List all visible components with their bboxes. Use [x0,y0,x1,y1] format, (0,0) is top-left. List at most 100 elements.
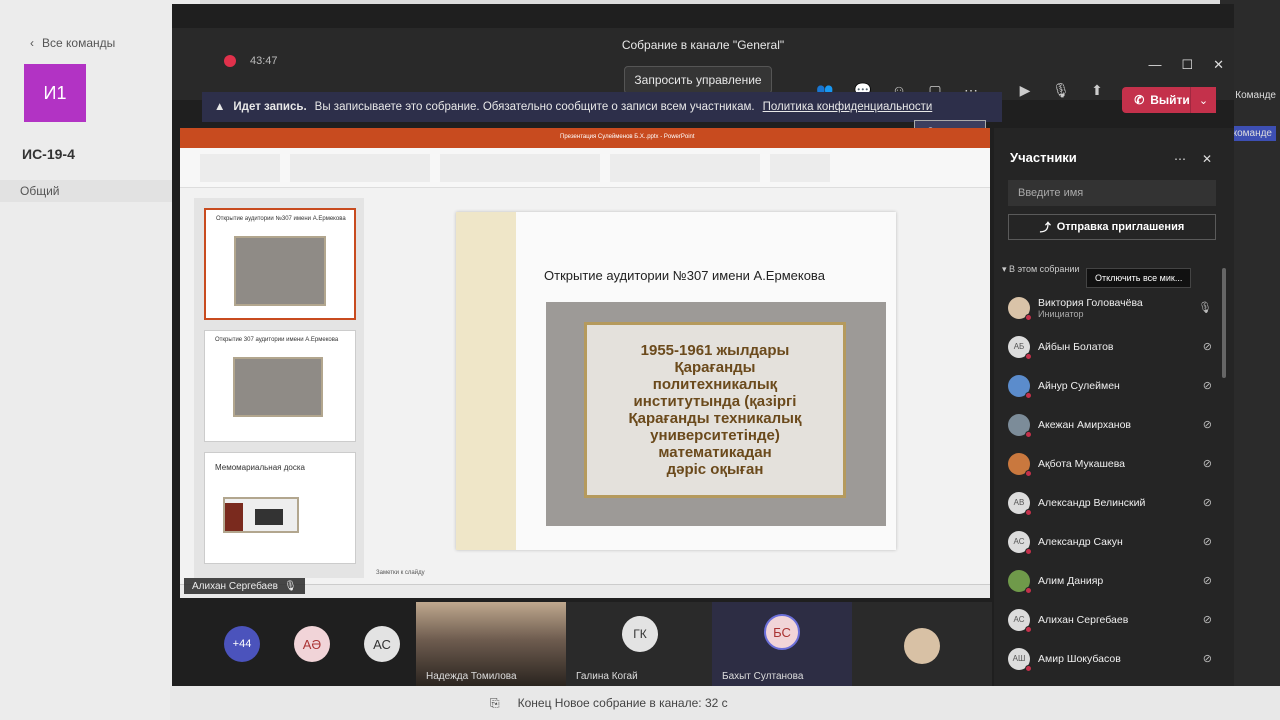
video-tile-nadezhda[interactable]: Надежда Томилова [416,602,566,686]
avatar: БС [764,614,800,650]
mic-muted-icon[interactable]: ⊘ [1203,340,1212,353]
participant-name: Алим Данияр [1038,574,1104,587]
thumbnail-slide-1[interactable]: Открытие аудитории №307 имени А.Ермекова [204,208,356,320]
team-avatar: И1 [24,64,86,122]
participant-row[interactable]: АС Александр Сакун ⊘ [1008,522,1220,561]
more-participants-button[interactable]: +44 [224,626,260,662]
video-tile-participant[interactable] [852,602,992,686]
participant-row[interactable]: Алим Данияр ⊘ [1008,561,1220,600]
meeting-icon: ⎘ [490,695,500,710]
thumbnail-slide-2[interactable]: Открытие 307 аудитории имени А.Ермекова [204,330,356,442]
send-invite-button[interactable]: ⤴ Отправка приглашения [1008,214,1216,240]
avatar: АШ [1008,647,1032,672]
mic-muted-icon[interactable]: ⊘ [1203,535,1212,548]
thumbnail-plaque-image [234,236,326,306]
presence-status-icon [1025,586,1032,594]
mic-muted-icon[interactable]: ⊘ [1203,379,1212,392]
participant-name: Амир Шокубасов [1038,652,1121,665]
presence-status-icon [1025,508,1032,516]
request-control-button[interactable]: Запросить управление [624,66,772,94]
phone-icon: ✆ [1134,93,1145,107]
presence-status-icon [1025,469,1032,477]
mic-muted-icon[interactable]: ⊘ [1203,652,1212,665]
share-screen-icon[interactable]: ⬆ [1086,82,1108,100]
mute-all-tooltip[interactable]: Отключить все мик... [1086,268,1192,288]
meeting-ended-bar: ⎘ Конец Новое собрание в канале: 32 с [170,686,1280,720]
share-icon: ⤴ [1039,222,1051,234]
participant-row[interactable]: АШ Амир Шокубасов ⊘ [1008,639,1220,678]
mic-muted-icon[interactable]: ⊘ [1203,574,1212,587]
presence-status-icon [1025,625,1032,633]
panel-scrollbar[interactable] [1222,268,1226,378]
teams-sidebar: ‹ Все команды И1 ИС-19-4 Общий [0,0,200,720]
section-in-meeting[interactable]: ▾ В этом собрании [1002,264,1079,275]
participant-row[interactable]: АБ Айбын Болатов ⊘ [1008,327,1220,366]
participant-row[interactable]: АС Алихан Сергебаев ⊘ [1008,600,1220,639]
microphone-icon[interactable]: 🎙 [1050,82,1072,100]
video-tile-galina[interactable]: ГК Галина Когай [566,602,712,686]
plaque-text: 1955-1961 жылдары Қарағанды политехникал… [584,322,846,498]
back-to-teams-link[interactable]: ‹ Все команды [30,36,115,50]
presence-status-icon [1025,352,1032,360]
avatar: АС [1008,608,1032,633]
mic-muted-icon: 🎙 [284,580,297,592]
slide-title: Открытие аудитории №307 имени А.Ермекова [544,268,825,283]
ppt-document-title: Презентация Сулейменов Б.Х..pptx - Power… [560,134,695,140]
panel-title: Участники [1010,150,1077,165]
slide-notes[interactable]: Заметки к слайду [370,570,970,582]
close-icon[interactable]: ✕ [1213,57,1224,73]
presence-status-icon [1025,313,1032,321]
chevron-left-icon: ‹ [30,36,34,50]
thumbnail-slide-3[interactable]: Мемомариальная доска [204,452,356,564]
chevron-down-icon: ⌄ [1198,94,1209,107]
avatar: АВ [1008,491,1032,516]
participant-name: Алихан Сергебаев [1038,613,1129,626]
participant-name: Айнур Сулеймен [1038,379,1120,392]
camera-off-icon[interactable]: ▶ [1014,82,1036,100]
more-options-icon[interactable]: ⋯ [1174,152,1186,166]
avatar: АС [1008,530,1032,555]
avatar [1008,413,1032,438]
presence-status-icon [1025,430,1032,438]
slide-editor: Открытие аудитории №307 имени А.Ермекова… [370,190,970,570]
team-name: ИС-19-4 [22,146,75,162]
participant-row[interactable]: АВ Александр Велинский ⊘ [1008,483,1220,522]
mic-muted-icon[interactable]: ⊘ [1203,457,1212,470]
participant-row[interactable]: Акежан Амирханов ⊘ [1008,405,1220,444]
recording-message: Вы записываете это собрание. Обязательно… [314,101,755,113]
meeting-ended-text: Конец Новое собрание в канале: 32 с [517,696,728,710]
window-title: Собрание в канале "General" [621,38,785,52]
warning-icon: ▲ [214,101,226,113]
video-tile-bakhyt[interactable]: БС Бахыт Султанова [712,602,852,686]
leave-dropdown[interactable]: ⌄ [1190,87,1216,113]
mic-muted-icon[interactable]: ⊘ [1203,418,1212,431]
participant-row[interactable]: Ақбота Мукашева ⊘ [1008,444,1220,483]
participant-list: Виктория Головачёва Инициатор 🎙 АБ Айбын Бол… [1008,288,1220,678]
thumbnail-plaque-image [233,357,323,417]
participant-name: Айбын Болатов [1038,340,1114,353]
mic-muted-icon[interactable]: ⊘ [1203,496,1212,509]
mic-muted-icon[interactable]: ⊘ [1203,613,1212,626]
avatar: АӘ [294,626,330,662]
channel-general[interactable]: Общий [0,180,200,202]
microphone-icon[interactable]: 🎙 [1198,301,1212,314]
participant-name: Александр Велинский [1038,496,1146,509]
privacy-link[interactable]: Политика конфиденциальности [763,101,933,113]
thumbnail-image [223,497,299,533]
minimize-icon[interactable]: — [1148,57,1161,73]
participant-row[interactable]: Виктория Головачёва Инициатор 🎙 [1008,288,1220,327]
participant-row[interactable]: Айнур Сулеймен ⊘ [1008,366,1220,405]
close-panel-icon[interactable]: ✕ [1202,152,1212,166]
memorial-plaque-photo: 1955-1961 жылдары Қарағанды политехникал… [546,302,886,526]
ppt-ribbon [180,148,990,188]
maximize-icon[interactable]: ☐ [1181,57,1193,73]
participant-search-input[interactable]: Введите имя [1008,180,1216,206]
meeting-window: Собрание в канале "General" 43:47 — ☐ ✕ … [172,4,1234,686]
avatar [904,628,940,664]
recording-label: Идет запись. [233,101,307,113]
panel-actions: ⋯ ✕ [1174,152,1212,166]
presence-status-icon [1025,391,1032,399]
avatar [1008,452,1032,477]
title-bar: Собрание в канале "General" [172,28,1234,66]
avatar: АБ [1008,335,1032,360]
